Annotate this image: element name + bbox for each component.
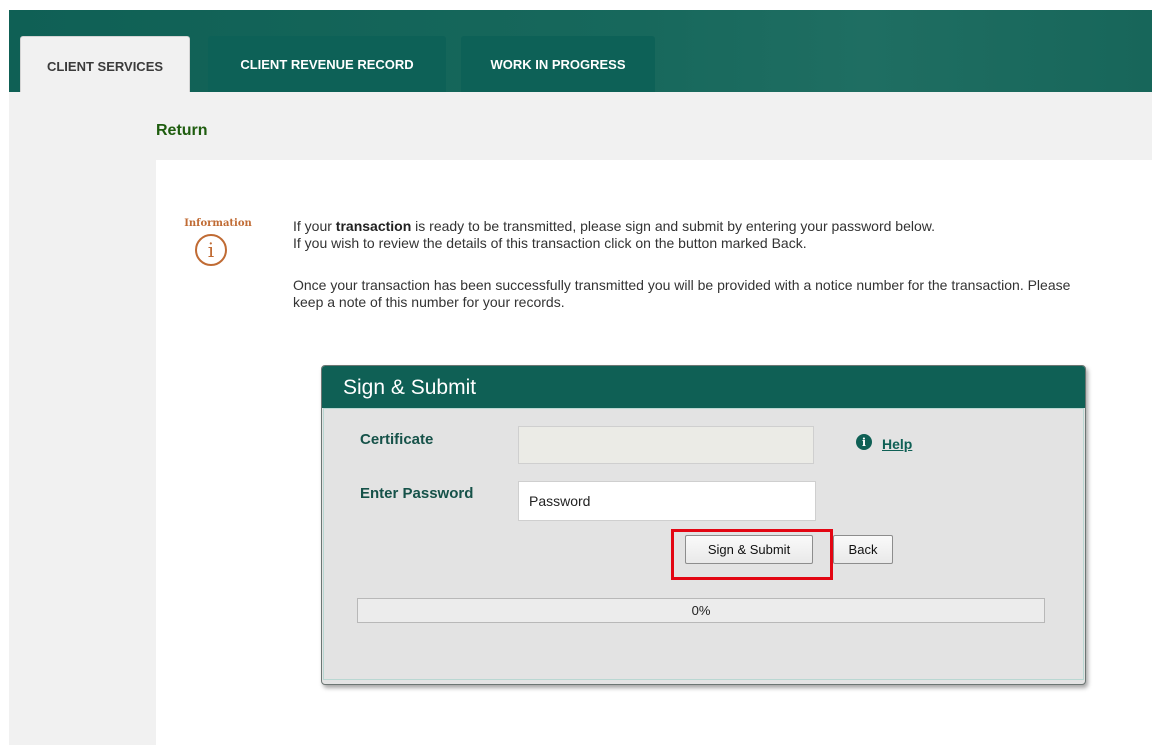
sign-submit-panel: Sign & Submit Certificate i Help Enter P… [321, 365, 1086, 685]
left-sidebar [9, 160, 157, 745]
password-label: Enter Password [360, 485, 474, 502]
certificate-label: Certificate [360, 431, 434, 448]
back-button[interactable]: Back [833, 535, 893, 564]
instruction-line1-bold: transaction [335, 218, 412, 234]
instruction-line2: If you wish to review the details of thi… [293, 235, 807, 251]
notice-text: Once your transaction has been successfu… [293, 277, 1071, 310]
tab-client-services[interactable]: CLIENT SERVICES [20, 36, 190, 96]
tab-work-in-progress[interactable]: WORK IN PROGRESS [461, 36, 655, 92]
progress-percent-text: 0% [691, 603, 711, 618]
tab-client-revenue-record[interactable]: CLIENT REVENUE RECORD [208, 36, 446, 92]
help-info-icon[interactable]: i [856, 434, 872, 450]
information-icon-group: Information i [183, 216, 253, 276]
certificate-field [518, 426, 814, 464]
page-title: Return [156, 122, 208, 139]
sign-submit-header: Sign & Submit [322, 366, 1085, 408]
instruction-text: If your transaction is ready to be trans… [293, 218, 1093, 252]
sign-submit-button[interactable]: Sign & Submit [685, 535, 813, 564]
information-icon-label: Information [184, 218, 252, 229]
help-link[interactable]: Help [882, 436, 912, 452]
progress-bar: 0% [357, 598, 1045, 623]
instruction-line1-post: is ready to be transmitted, please sign … [411, 218, 935, 234]
sign-submit-title: Sign & Submit [343, 376, 477, 399]
info-icon: i [195, 234, 227, 266]
password-input[interactable] [518, 481, 816, 521]
instruction-line1-pre: If your [293, 218, 336, 234]
